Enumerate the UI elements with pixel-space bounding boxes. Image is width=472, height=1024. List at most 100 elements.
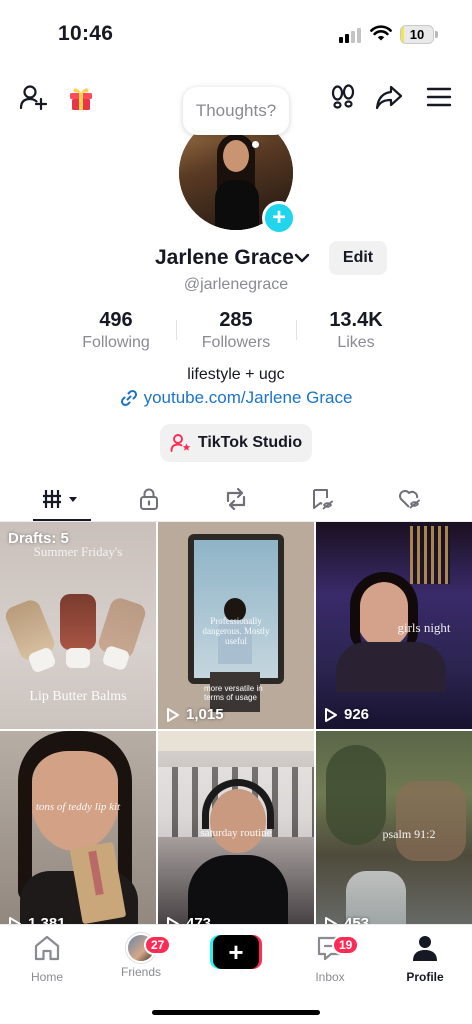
add-story-plus-icon[interactable]: + [262,201,296,235]
create-button[interactable]: + [210,935,262,969]
view-count: 1,381 [8,915,66,924]
play-icon [167,916,179,924]
profile-name[interactable]: Jarlene Grace [155,246,294,270]
stat-value: 285 [219,309,253,331]
wifi-icon [370,25,392,41]
nav-profile[interactable]: Profile [385,933,465,984]
video-thumbnail[interactable]: saturday routine 473 [158,731,314,924]
view-count: 1,015 [166,706,224,723]
nav-friends[interactable]: Friends 27 [101,933,181,979]
bio-link-text[interactable]: youtube.com/Jarlene Grace [144,388,353,408]
video-grid: Summer Friday's Lip Butter Balms Drafts:… [0,522,472,924]
bio-text: lifestyle + ugc [187,366,285,383]
view-count-value: 453 [344,915,370,924]
profile-icon [413,936,437,961]
video-thumbnail[interactable]: tons of teddy lip kit 1,381 [0,731,156,924]
tab-private[interactable] [129,484,169,514]
stat-followers[interactable]: 285 Followers [181,309,291,352]
video-thumbnail[interactable]: Professionally dangerous. Mostly useful … [158,522,314,729]
repost-icon [226,487,246,511]
nav-label: Friends [120,965,161,979]
nav-home[interactable]: Home [7,933,87,984]
video-thumbnail[interactable]: psalm 91:2 453 [316,731,472,924]
stat-likes[interactable]: 13.4K Likes [301,309,411,352]
play-icon [325,916,337,924]
stat-label: Followers [201,334,271,351]
share-icon [375,85,403,110]
edit-profile-button[interactable]: Edit [329,241,387,275]
battery-icon: 10 [400,25,434,44]
stat-label: Following [82,334,150,351]
add-user-icon [19,85,47,110]
view-count-value: 1,015 [186,706,224,723]
stat-value: 13.4K [329,309,383,331]
menu-button[interactable] [424,82,454,112]
drafts-label: Drafts: 5 [8,530,69,547]
nav-label: Profile [406,970,444,984]
view-count: 453 [324,915,369,924]
stat-value: 496 [99,309,133,331]
video-caption: tons of teddy lip kit [35,801,121,813]
divider [296,320,297,340]
stat-following[interactable]: 496 Following [61,309,171,352]
divider [176,320,177,340]
active-tab-indicator [33,519,91,521]
video-thumbnail[interactable]: Summer Friday's Lip Butter Balms Drafts:… [0,522,156,729]
home-indicator [152,1010,320,1015]
footprints-button[interactable] [328,82,358,112]
video-caption: Professionally dangerous. Mostly useful [202,616,270,646]
hamburger-menu-icon [426,87,452,107]
tab-reposts[interactable] [216,484,256,514]
battery-tip [435,31,438,38]
plus-icon: + [213,935,259,969]
home-icon [34,935,60,961]
chevron-down-icon[interactable] [293,251,311,265]
view-count-value: 926 [344,706,370,723]
heart-hidden-icon [399,490,420,509]
clock: 10:46 [58,22,114,45]
thought-bubble[interactable]: Thoughts? [183,87,289,135]
username-handle: @jarlenegrace [183,276,289,293]
video-caption: saturday routine [200,827,272,839]
gift-icon [70,88,92,110]
lock-icon [140,488,158,510]
profile-tabs [0,478,472,522]
cellular-signal-icon [339,27,363,43]
play-icon [325,707,337,722]
add-friend-button[interactable] [18,82,48,112]
stat-label: Likes [337,334,375,351]
battery-level: 10 [409,27,425,42]
video-caption: Lip Butter Balms [29,689,127,704]
play-icon [167,707,179,722]
view-count-value: 1,381 [28,915,66,924]
status-bar: 10:46 10 [0,0,472,70]
video-thumbnail[interactable]: girls night 926 [316,522,472,729]
studio-label: TikTok Studio [197,434,303,451]
tab-liked[interactable] [390,484,430,514]
tab-videos[interactable] [42,484,82,514]
bottom-nav: Home Friends 27 + Inbox 19 Profile [0,924,472,1024]
gift-button[interactable] [66,82,96,112]
nav-label: Home [30,970,63,984]
share-button[interactable] [374,82,404,112]
footprints-icon [331,84,355,109]
nav-inbox[interactable]: Inbox 19 [290,933,370,984]
link-icon [120,389,137,407]
play-icon [9,916,21,924]
video-grid-icon [43,490,77,508]
studio-user-star-icon [170,434,191,452]
view-count-value: 473 [186,915,212,924]
bookmark-hidden-icon [313,489,333,510]
notification-badge: 27 [144,935,172,955]
bio-link[interactable]: youtube.com/Jarlene Grace [0,388,472,408]
tiktok-studio-button[interactable]: TikTok Studio [160,424,312,462]
tab-favorites[interactable] [303,484,343,514]
notification-badge: 19 [332,935,360,955]
video-caption: girls night [397,620,451,635]
view-count: 926 [324,706,369,723]
video-caption: psalm 91:2 [382,827,436,841]
thought-bubble-tail [252,141,259,148]
nav-label: Inbox [315,970,345,984]
video-subcaption: more versatile in terms of usage [204,684,263,702]
view-count: 473 [166,915,211,924]
